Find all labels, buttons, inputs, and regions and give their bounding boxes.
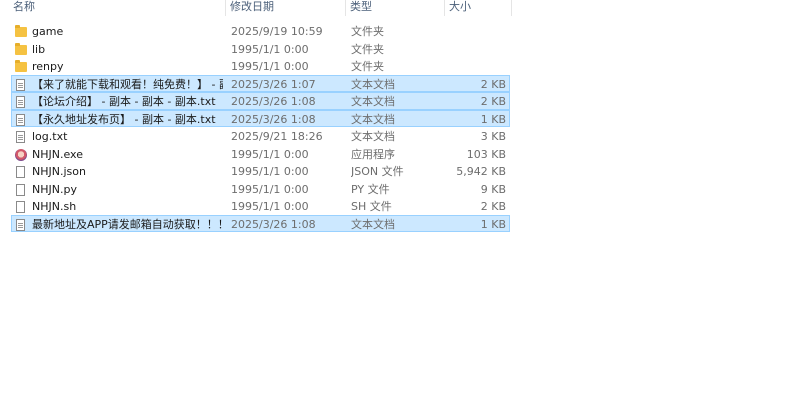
file-icon-cell [15, 163, 29, 179]
file-date-modified: 1995/1/1 0:00 [231, 200, 309, 213]
column-header-type[interactable]: 类型 [346, 0, 445, 16]
application-icon [15, 148, 27, 161]
file-list: game 2025/9/19 10:59 文件夹 lib 1995/1/1 0:00 文件… [11, 22, 510, 232]
file-name: 最新地址及APP请发邮箱自动获取！！！... [32, 217, 223, 231]
file-icon-cell [15, 58, 29, 74]
file-date-modified: 1995/1/1 0:00 [231, 147, 309, 161]
file-type: SH 文件 [351, 200, 392, 213]
file-name: NHJN.json [32, 165, 86, 178]
text-document-icon [16, 113, 25, 126]
file-explorer: 名称 修改日期 类型 大小 game 2025/9/19 10:59 文件夹 lib 1… [0, 0, 800, 408]
file-type: 应用程序 [351, 147, 395, 161]
file-type: 文本文档 [351, 77, 395, 91]
file-row[interactable]: NHJN.json 1995/1/1 0:00 JSON 文件 5,942 KB [11, 162, 510, 180]
file-icon [16, 183, 25, 196]
file-icon-cell [15, 181, 29, 197]
file-type: 文本文档 [351, 95, 395, 108]
folder-icon [15, 42, 27, 55]
file-type: 文本文档 [351, 130, 395, 143]
file-icon [16, 166, 25, 178]
file-row[interactable]: 【永久地址发布页】 - 副本 - 副本.txt 2025/3/26 1:08 文本文… [11, 109, 510, 127]
file-type: 文件夹 [351, 25, 384, 38]
file-size: 2 KB [480, 77, 506, 91]
file-icon-cell [15, 128, 29, 144]
file-row[interactable]: NHJN.py 1995/1/1 0:00 PY 文件 9 KB [11, 180, 510, 198]
file-icon-cell [15, 76, 29, 92]
file-size: 3 KB [480, 130, 506, 143]
file-size: 103 KB [466, 147, 506, 161]
file-size: 2 KB [480, 200, 506, 213]
folder-icon [15, 60, 27, 72]
file-name: NHJN.sh [32, 200, 77, 213]
file-type: 文件夹 [351, 60, 384, 73]
file-row[interactable]: game 2025/9/19 10:59 文件夹 [11, 22, 510, 40]
file-icon-cell [15, 93, 29, 109]
file-date-modified: 1995/1/1 0:00 [231, 165, 309, 178]
file-type: 文件夹 [351, 42, 384, 56]
file-type: 文本文档 [351, 112, 395, 126]
file-size: 2 KB [480, 95, 506, 108]
file-row[interactable]: renpy 1995/1/1 0:00 文件夹 [11, 57, 510, 75]
file-date-modified: 2025/9/21 18:26 [231, 130, 323, 143]
file-name: 【论坛介绍】 - 副本 - 副本 - 副本.txt [32, 95, 216, 108]
file-name: lib [32, 42, 46, 56]
file-icon-cell [15, 111, 29, 127]
file-size: 9 KB [480, 182, 506, 196]
file-row[interactable]: lib 1995/1/1 0:00 文件夹 [11, 40, 510, 58]
file-icon-cell [15, 198, 29, 214]
file-date-modified: 1995/1/1 0:00 [231, 60, 309, 73]
file-row[interactable]: 最新地址及APP请发邮箱自动获取！！！... 2025/3/26 1:08 文本文档… [11, 214, 510, 232]
file-name: 【来了就能下载和观看！纯免费！】 - 副... [32, 77, 223, 91]
file-name: log.txt [32, 130, 68, 143]
file-icon [16, 201, 25, 213]
file-size: 1 KB [480, 112, 506, 126]
text-document-icon [16, 78, 25, 91]
file-name: NHJN.py [32, 182, 77, 196]
file-size: 1 KB [480, 217, 506, 231]
file-date-modified: 1995/1/1 0:00 [231, 42, 309, 56]
file-row[interactable]: 【来了就能下载和观看！纯免费！】 - 副... 2025/3/26 1:07 文本文… [11, 74, 510, 92]
file-size: 5,942 KB [456, 165, 506, 178]
file-date-modified: 2025/3/26 1:07 [231, 77, 316, 91]
file-name: 【永久地址发布页】 - 副本 - 副本.txt [32, 112, 216, 126]
file-name: NHJN.exe [32, 147, 83, 161]
column-header-size[interactable]: 大小 [445, 0, 512, 16]
file-icon-cell [15, 41, 29, 57]
file-type: PY 文件 [351, 182, 390, 196]
file-name: game [32, 25, 64, 38]
column-header-date[interactable]: 修改日期 [226, 0, 346, 16]
file-date-modified: 2025/3/26 1:08 [231, 112, 316, 126]
column-header-name[interactable]: 名称 [0, 0, 226, 16]
file-date-modified: 2025/3/26 1:08 [231, 95, 316, 108]
column-header-bar: 名称 修改日期 类型 大小 [0, 0, 512, 18]
file-size [446, 23, 506, 39]
text-document-icon [16, 131, 25, 143]
file-size [446, 41, 506, 57]
file-row[interactable]: NHJN.sh 1995/1/1 0:00 SH 文件 2 KB [11, 197, 510, 215]
file-size [446, 58, 506, 74]
text-document-icon [16, 96, 25, 108]
file-row[interactable]: log.txt 2025/9/21 18:26 文本文档 3 KB [11, 127, 510, 145]
file-type: JSON 文件 [351, 165, 404, 178]
text-document-icon [16, 218, 25, 231]
file-type: 文本文档 [351, 217, 395, 231]
file-icon-cell [15, 216, 29, 232]
file-icon-cell [15, 23, 29, 39]
file-row[interactable]: 【论坛介绍】 - 副本 - 副本 - 副本.txt 2025/3/26 1:08 文… [11, 92, 510, 110]
file-date-modified: 1995/1/1 0:00 [231, 182, 309, 196]
file-name: renpy [32, 60, 64, 73]
file-date-modified: 2025/3/26 1:08 [231, 217, 316, 231]
file-row[interactable]: NHJN.exe 1995/1/1 0:00 应用程序 103 KB [11, 145, 510, 163]
folder-icon [15, 25, 27, 37]
file-icon-cell [15, 146, 29, 162]
file-date-modified: 2025/9/19 10:59 [231, 25, 323, 38]
